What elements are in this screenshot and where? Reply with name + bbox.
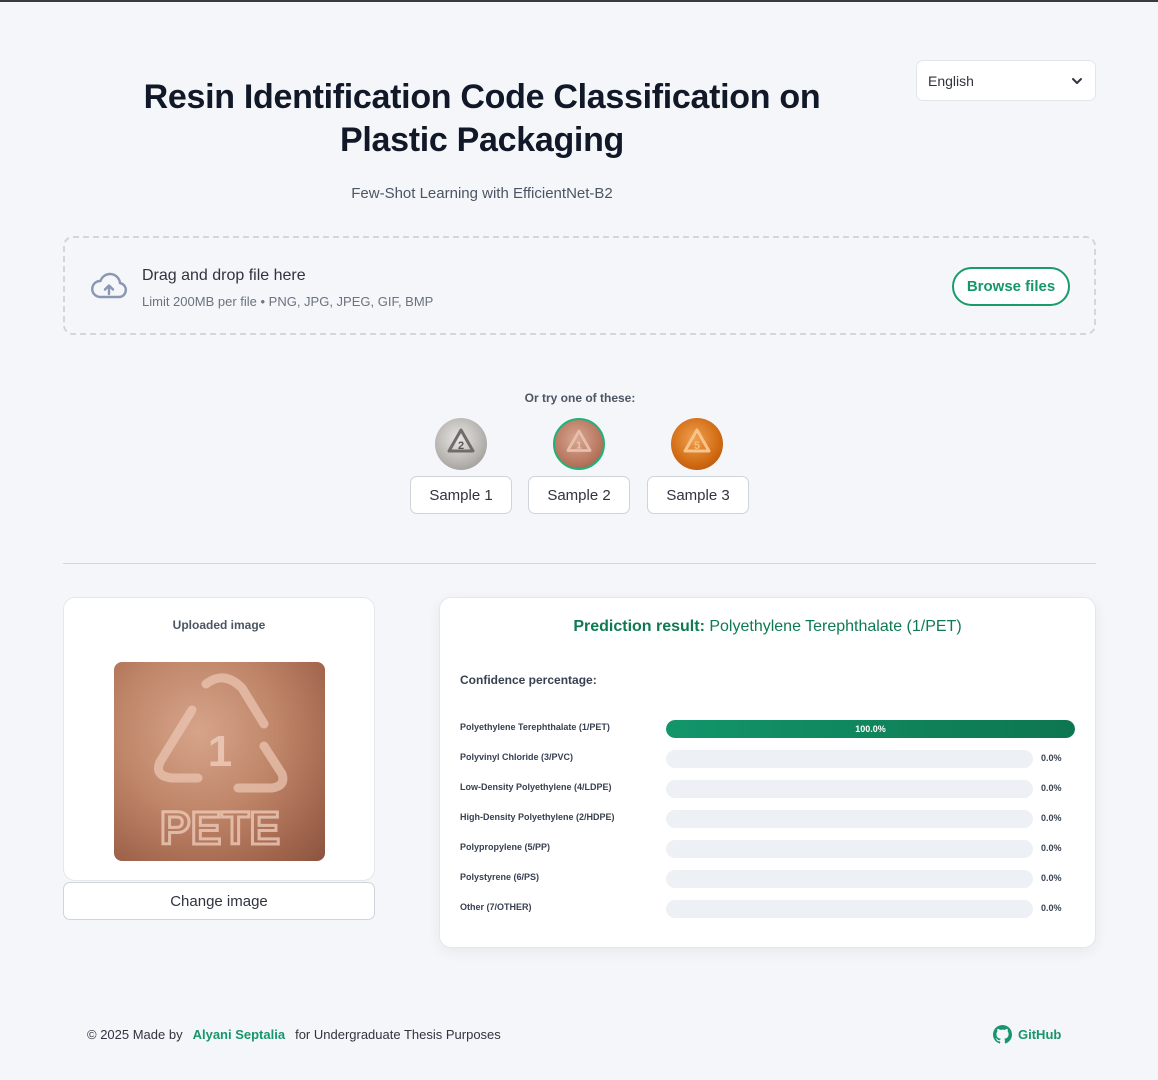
class-label: Low-Density Polyethylene (4/LDPE): [460, 782, 612, 792]
sample-2-button[interactable]: Sample 2: [528, 476, 630, 514]
prediction-result: Prediction result: Polyethylene Terephth…: [440, 618, 1095, 636]
confidence-row: Polystyrene (6/PS) 0.0%: [460, 870, 1080, 888]
footer-author-link[interactable]: Alyani Septalia: [193, 1027, 285, 1042]
class-label: High-Density Polyethylene (2/HDPE): [460, 812, 615, 822]
dropzone-instruction: Drag and drop file here: [142, 267, 306, 284]
page-subtitle: Few-Shot Learning with EfficientNet-B2: [351, 185, 613, 202]
uploaded-image-card: Uploaded image 1 PETE: [63, 597, 375, 881]
class-label: Polystyrene (6/PS): [460, 872, 540, 882]
dropzone-limit: Limit 200MB per file • PNG, JPG, JPEG, G…: [142, 294, 434, 309]
footer-purpose: for Undergraduate Thesis Purposes: [295, 1027, 501, 1042]
chevron-down-icon: [1072, 77, 1082, 84]
page-title: Resin Identification Code Classification…: [143, 78, 821, 159]
confidence-value: 0.0%: [1041, 873, 1062, 883]
confidence-bar-track: [666, 900, 1033, 918]
prediction-class: Polyethylene Terephthalate (1/PET): [709, 618, 962, 635]
github-label: GitHub: [1018, 1027, 1062, 1042]
confidence-bar-track: [666, 810, 1033, 828]
prediction-card: Prediction result: Polyethylene Terephth…: [439, 597, 1096, 948]
confidence-row: Other (7/OTHER) 0.0%: [460, 900, 1080, 918]
confidence-bar-track: 100.0%: [666, 720, 1075, 738]
confidence-value: 0.0%: [1041, 813, 1062, 823]
confidence-value: 0.0%: [1041, 753, 1062, 763]
footer-copyright: © 2025 Made by: [87, 1027, 183, 1042]
confidence-label: Confidence percentage:: [460, 673, 597, 687]
class-label: Other (7/OTHER): [460, 902, 532, 912]
sample-1-thumbnail[interactable]: 2: [435, 418, 487, 470]
section-divider: [63, 563, 1096, 564]
language-select[interactable]: English: [916, 60, 1096, 101]
confidence-row: Polyvinyl Chloride (3/PVC) 0.0%: [460, 750, 1080, 768]
prediction-prefix: Prediction result:: [573, 618, 705, 635]
confidence-value: 0.0%: [1041, 843, 1062, 853]
svg-text:PETE: PETE: [160, 802, 280, 854]
file-dropzone[interactable]: Drag and drop file here Limit 200MB per …: [63, 236, 1096, 335]
svg-text:5: 5: [694, 440, 700, 452]
confidence-bar-track: [666, 780, 1033, 798]
uploaded-image: 1 PETE: [114, 662, 325, 861]
svg-text:2: 2: [458, 440, 464, 452]
samples-prompt: Or try one of these:: [524, 391, 636, 405]
confidence-row: High-Density Polyethylene (2/HDPE) 0.0%: [460, 810, 1080, 828]
confidence-row: Polypropylene (5/PP) 0.0%: [460, 840, 1080, 858]
change-image-button[interactable]: Change image: [63, 882, 375, 920]
language-select-value: English: [928, 72, 974, 89]
confidence-bar-track: [666, 840, 1033, 858]
confidence-bar-track: [666, 750, 1033, 768]
confidence-value: 0.0%: [1041, 903, 1062, 913]
footer-credit: © 2025 Made by Alyani Septalia for Undergr…: [87, 1027, 501, 1042]
confidence-bar-track: [666, 870, 1033, 888]
svg-text:1: 1: [576, 441, 582, 452]
sample-3-button[interactable]: Sample 3: [647, 476, 749, 514]
github-link[interactable]: GitHub: [993, 1025, 1061, 1044]
sample-3-thumbnail[interactable]: 5: [671, 418, 723, 470]
svg-text:1: 1: [208, 727, 232, 776]
confidence-row: Polyethylene Terephthalate (1/PET) 100.0…: [460, 720, 1080, 738]
class-label: Polyvinyl Chloride (3/PVC): [460, 752, 574, 762]
uploaded-image-caption: Uploaded image: [172, 618, 266, 632]
github-icon: [993, 1025, 1012, 1044]
confidence-row: Low-Density Polyethylene (4/LDPE) 0.0%: [460, 780, 1080, 798]
browse-files-button[interactable]: Browse files: [952, 267, 1070, 306]
class-label: Polypropylene (5/PP): [460, 842, 551, 852]
cloud-upload-icon: [91, 272, 128, 299]
confidence-bar-fill: 100.0%: [666, 720, 1075, 738]
confidence-value: 0.0%: [1041, 783, 1062, 793]
sample-2-thumbnail[interactable]: 1: [553, 418, 605, 470]
class-label: Polyethylene Terephthalate (1/PET): [460, 722, 610, 732]
sample-1-button[interactable]: Sample 1: [410, 476, 512, 514]
